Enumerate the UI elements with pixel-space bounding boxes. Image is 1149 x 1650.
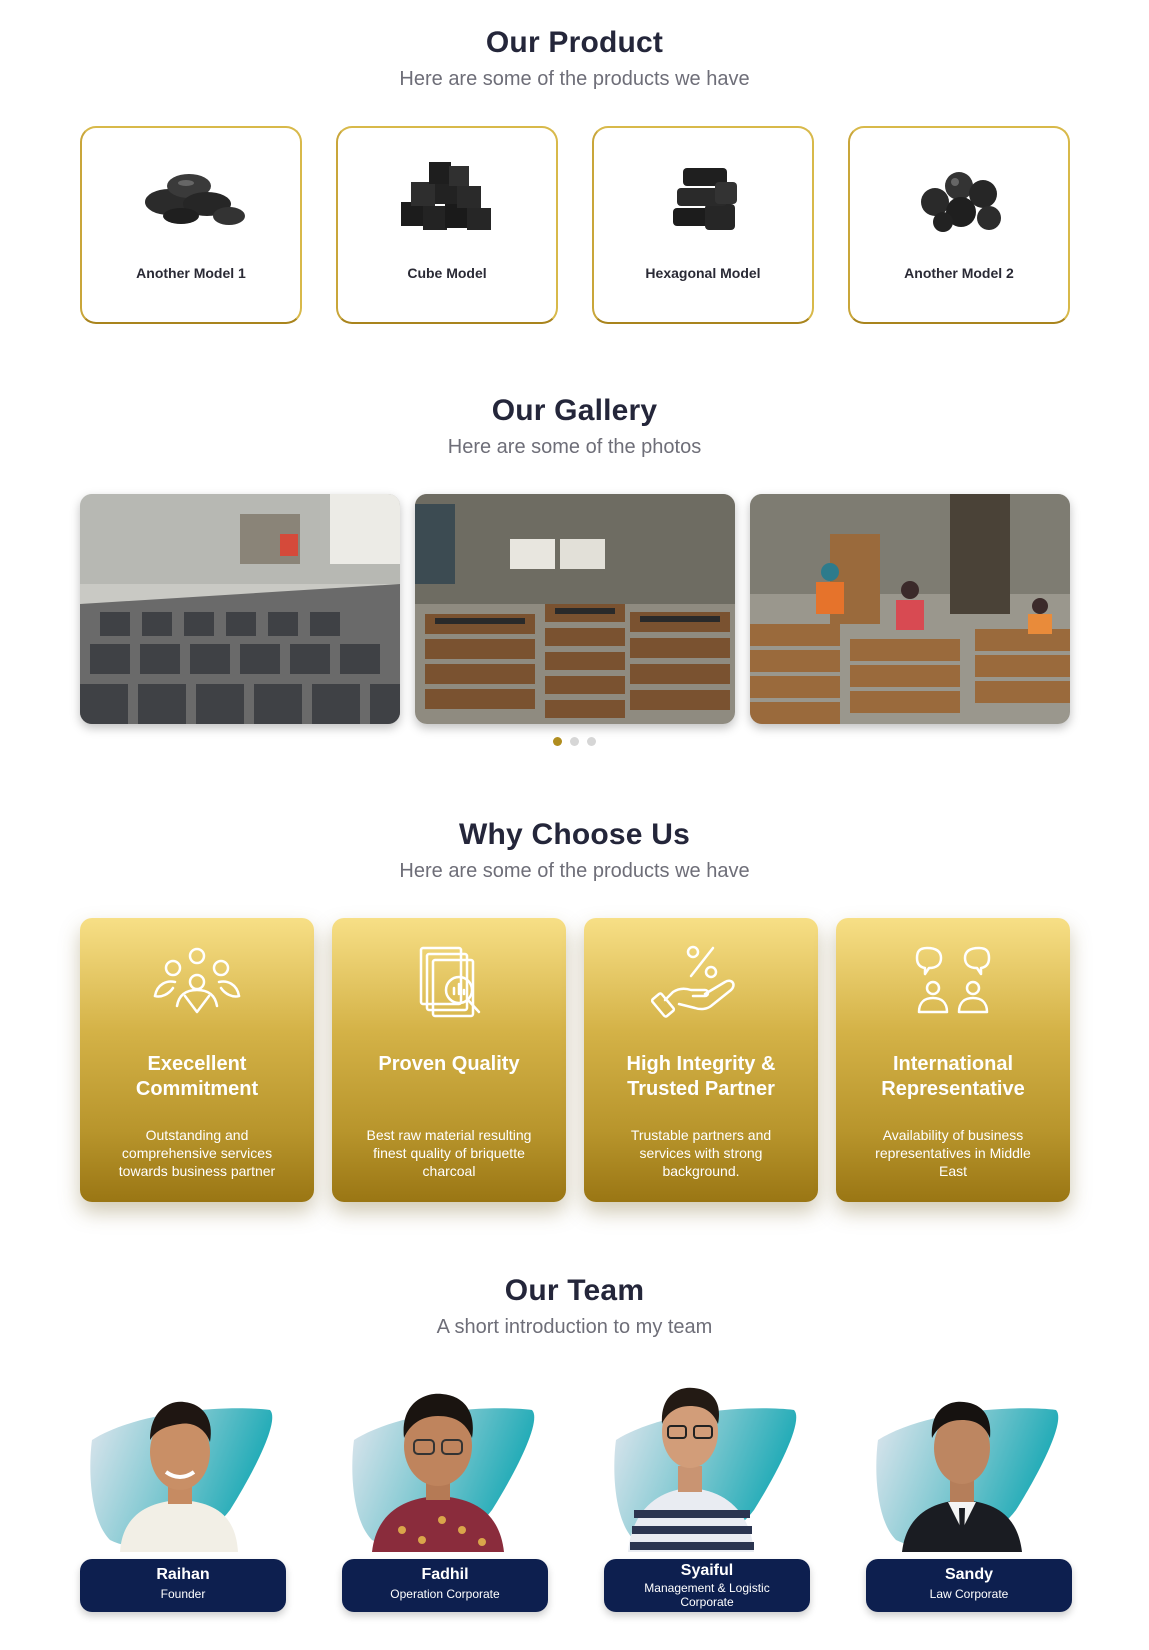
factory-photo-image <box>80 494 400 724</box>
member-name: Syaiful <box>680 1562 734 1579</box>
avatar <box>90 1401 273 1552</box>
member-name: Fadhil <box>421 1566 469 1583</box>
why-card-description: Availability of business representatives… <box>875 1127 1031 1179</box>
why-card-quality: Proven Quality Best raw material resulti… <box>332 918 566 1202</box>
gallery-subtitle: Here are some of the photos <box>447 436 702 458</box>
member-role: Founder <box>160 1587 206 1601</box>
product-list: Another Model 1 Cube Model Hexagonal Mod… <box>80 126 1070 326</box>
member-role: Law Corporate <box>929 1587 1009 1601</box>
why-card-title: Execellent Commitment <box>135 1053 259 1100</box>
member-nametag: Syaiful Management & Logistic Corporate <box>604 1559 810 1612</box>
why-card-title: High Integrity & Trusted Partner <box>626 1053 776 1100</box>
document-analysis-icon <box>419 946 481 1018</box>
avatar <box>876 1401 1059 1552</box>
product-name: Another Model 2 <box>904 265 1014 281</box>
products-title: Our Product <box>485 26 664 59</box>
team-people-icon <box>153 947 241 1014</box>
member-nametag: Raihan Founder <box>80 1559 286 1612</box>
why-title: Why Choose Us <box>459 818 690 851</box>
why-card-title: Proven Quality <box>378 1053 520 1075</box>
why-cards: Execellent Commitment Outstanding and co… <box>80 918 1070 1202</box>
member-nametag: Fadhil Operation Corporate <box>342 1559 548 1612</box>
product-card-hexagonal-model[interactable]: Hexagonal Model <box>592 126 814 324</box>
product-name: Hexagonal Model <box>645 265 761 281</box>
why-card-description: Outstanding and comprehensive services t… <box>118 1127 276 1179</box>
hand-percent-icon <box>651 945 735 1018</box>
pillow-briquette-icon <box>145 174 245 225</box>
team-list: Raihan Founder Fadhil Operation Corporat… <box>80 1380 1072 1620</box>
why-card-international: International Representative Availabilit… <box>836 918 1070 1202</box>
chat-people-icon <box>915 946 991 1014</box>
product-card-another-model-2[interactable]: Another Model 2 <box>848 126 1070 324</box>
why-card-description: Trustable partners and services with str… <box>630 1127 772 1179</box>
round-briquette-icon <box>921 172 1001 232</box>
team-member-syaiful: Syaiful Management & Logistic Corporate <box>604 1380 810 1620</box>
hexagonal-briquette-icon <box>673 168 737 230</box>
factory-photo-image <box>415 494 735 724</box>
team-subtitle: A short introduction to my team <box>436 1316 713 1338</box>
carousel-dot-3[interactable] <box>587 737 596 746</box>
gallery-title: Our Gallery <box>491 394 658 427</box>
team-member-fadhil: Fadhil Operation Corporate <box>342 1380 548 1620</box>
gallery-photo-workers[interactable] <box>750 494 1070 724</box>
team-title: Our Team <box>504 1274 645 1307</box>
why-card-title: International Representative <box>881 1053 1025 1100</box>
products-subtitle: Here are some of the products we have <box>399 68 750 90</box>
member-role: Operation Corporate <box>390 1587 500 1601</box>
member-role: Management & Logistic Corporate <box>644 1581 770 1609</box>
avatar <box>614 1387 797 1552</box>
product-name: Another Model 1 <box>136 265 246 281</box>
why-subtitle: Here are some of the products we have <box>399 860 750 882</box>
gallery-photo-briquette-drying[interactable] <box>80 494 400 724</box>
avatar <box>352 1393 535 1552</box>
member-name: Raihan <box>156 1566 210 1583</box>
carousel-dots <box>553 737 596 746</box>
cube-briquette-icon <box>401 162 491 230</box>
product-card-another-model-1[interactable]: Another Model 1 <box>80 126 302 324</box>
factory-photo-image <box>750 494 1070 724</box>
member-nametag: Sandy Law Corporate <box>866 1559 1072 1612</box>
why-card-description: Best raw material resulting finest quali… <box>366 1127 532 1179</box>
product-card-cube-model[interactable]: Cube Model <box>336 126 558 324</box>
why-card-commitment: Execellent Commitment Outstanding and co… <box>80 918 314 1202</box>
team-member-raihan: Raihan Founder <box>80 1380 286 1620</box>
gallery-photo-briquette-racks[interactable] <box>415 494 735 724</box>
gallery-carousel[interactable] <box>80 494 1070 724</box>
member-name: Sandy <box>944 1566 993 1583</box>
why-card-integrity: High Integrity & Trusted Partner Trustab… <box>584 918 818 1202</box>
team-member-sandy: Sandy Law Corporate <box>866 1380 1072 1620</box>
product-name: Cube Model <box>407 265 487 281</box>
carousel-dot-1[interactable] <box>553 737 562 746</box>
carousel-dot-2[interactable] <box>570 737 579 746</box>
